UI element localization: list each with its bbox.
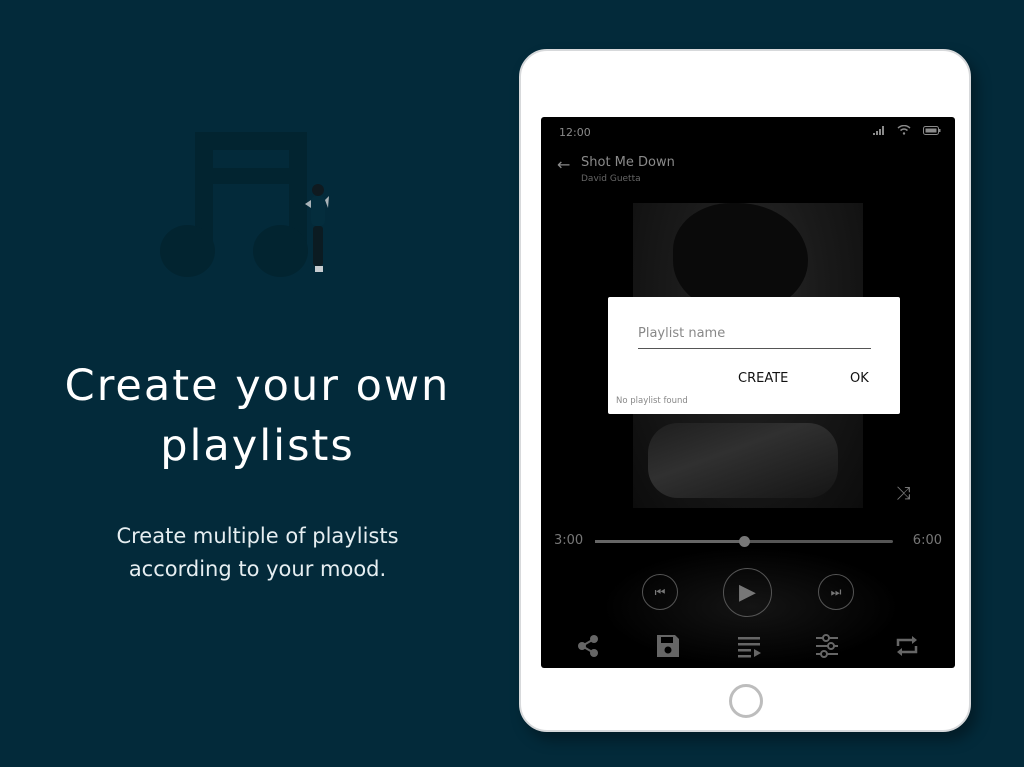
album-art-detail <box>648 423 838 498</box>
back-arrow-icon[interactable]: ← <box>557 155 570 174</box>
shuffle-icon[interactable]: ⤨ <box>896 483 910 504</box>
song-artist: David Guetta <box>581 174 641 184</box>
music-note-illustration <box>155 130 345 285</box>
tablet-home-button[interactable] <box>729 684 763 718</box>
create-playlist-dialog: CREATE OK No playlist found <box>608 297 900 414</box>
tablet-device-frame: 12:00 ← Shot Me Down David Guetta ⤨ 3:00… <box>519 49 971 732</box>
empty-playlist-message: No playlist found <box>616 396 688 406</box>
seek-bar[interactable] <box>595 536 893 547</box>
player-action-bar <box>541 632 955 664</box>
save-icon[interactable] <box>654 632 682 660</box>
seek-bar-thumb[interactable] <box>739 536 750 547</box>
queue-icon[interactable] <box>735 632 763 660</box>
subtext-line-2: according to your mood. <box>128 557 387 581</box>
app-screen: 12:00 ← Shot Me Down David Guetta ⤨ 3:00… <box>541 117 955 668</box>
person-figure-icon <box>305 184 329 272</box>
signal-icon <box>873 125 884 135</box>
repeat-icon[interactable] <box>893 632 921 660</box>
equalizer-icon[interactable] <box>813 632 841 660</box>
status-bar: 12:00 <box>541 117 955 145</box>
playlist-name-input[interactable] <box>638 319 871 349</box>
skip-previous-icon: ⏮ <box>654 584 666 599</box>
note-head <box>160 225 215 277</box>
elapsed-time: 3:00 <box>554 533 584 548</box>
previous-track-button[interactable]: ⏮ <box>642 574 678 610</box>
promo-subtext: Create multiple of playlists according t… <box>0 520 515 586</box>
promo-headline: Create your own playlists <box>0 356 515 476</box>
seek-bar-fill <box>595 540 744 543</box>
total-duration: 6:00 <box>912 533 942 548</box>
share-icon[interactable] <box>574 632 602 660</box>
status-time: 12:00 <box>559 126 591 139</box>
create-button[interactable]: CREATE <box>738 371 788 386</box>
skip-next-icon: ⏭ <box>830 584 842 599</box>
status-icons <box>873 125 941 135</box>
note-head <box>253 225 308 277</box>
song-title: Shot Me Down <box>581 155 675 170</box>
subtext-line-1: Create multiple of playlists <box>116 524 399 548</box>
battery-icon <box>923 125 941 135</box>
ok-button[interactable]: OK <box>850 371 869 386</box>
headline-line-1: Create your own <box>64 361 451 411</box>
play-button[interactable]: ▶ <box>723 568 772 617</box>
play-icon: ▶ <box>739 580 756 605</box>
wifi-icon <box>897 125 911 135</box>
next-track-button[interactable]: ⏭ <box>818 574 854 610</box>
headline-line-2: playlists <box>160 421 355 471</box>
